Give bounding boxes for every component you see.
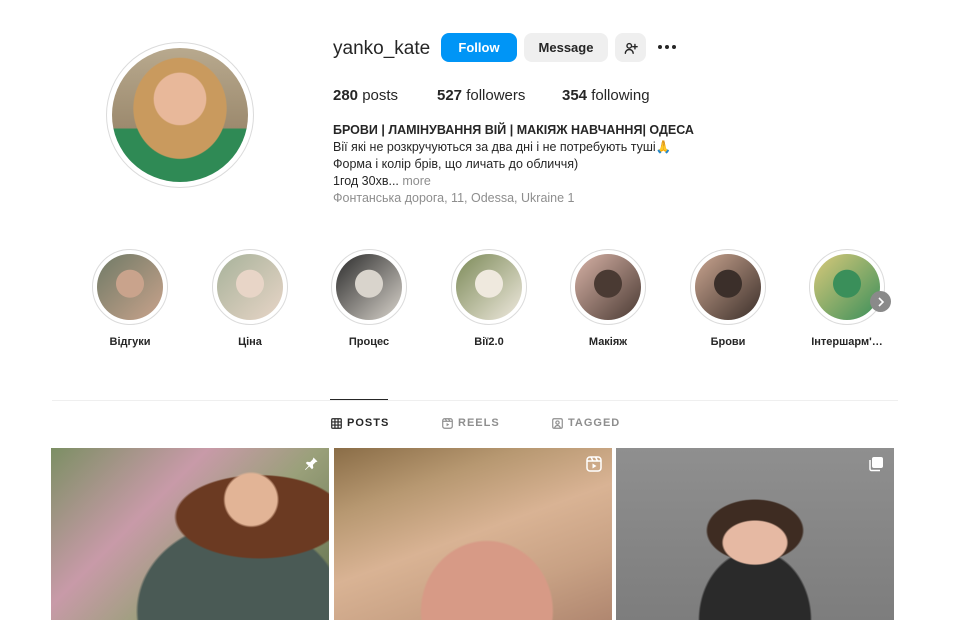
following-stat[interactable]: 354 following <box>562 87 650 104</box>
tab-label: REELS <box>458 417 500 429</box>
highlight-label: Ціна <box>238 336 262 348</box>
profile-username: yanko_kate <box>333 38 431 59</box>
profile-bio: БРОВИ | ЛАМІНУВАННЯ ВІЙ | МАКІЯЖ НАВЧАНН… <box>333 122 753 207</box>
highlight-label: Брови <box>710 336 746 348</box>
story-highlight[interactable]: Ціна <box>212 249 288 348</box>
highlight-cover-ring[interactable] <box>451 249 527 325</box>
followers-stat[interactable]: 527 followers <box>437 87 525 104</box>
pin-icon <box>305 457 318 470</box>
story-highlight[interactable]: Процес <box>331 249 407 348</box>
bio-title: БРОВИ | ЛАМІНУВАННЯ ВІЙ | МАКІЯЖ НАВЧАНН… <box>333 123 694 137</box>
highlight-label: Макіяж <box>588 336 628 348</box>
post-thumbnail[interactable] <box>334 448 612 620</box>
post-thumbnail[interactable] <box>51 448 329 620</box>
tab-tagged[interactable]: TAGGED <box>552 417 620 429</box>
suggest-users-button[interactable] <box>615 33 646 62</box>
following-label: following <box>591 87 650 104</box>
story-highlight[interactable]: Відгуки <box>92 249 168 348</box>
reels-icon <box>442 417 453 429</box>
tab-label: POSTS <box>347 417 390 429</box>
posts-label: posts <box>362 87 399 104</box>
follow-button[interactable]: Follow <box>441 33 517 62</box>
highlight-cover-image <box>695 254 761 320</box>
highlight-cover-ring[interactable] <box>809 249 885 325</box>
tab-posts[interactable]: POSTS <box>331 417 389 429</box>
grid-icon <box>331 417 342 429</box>
message-button[interactable]: Message <box>524 33 608 62</box>
post-thumbnail[interactable] <box>616 448 894 620</box>
story-highlight[interactable]: Макіяж <box>570 249 646 348</box>
reel-icon <box>586 456 602 472</box>
story-highlight[interactable]: Вії2.0 <box>451 249 527 348</box>
highlight-cover-ring[interactable] <box>92 249 168 325</box>
story-highlight[interactable]: Брови <box>690 249 766 348</box>
chevron-right-icon <box>877 296 884 307</box>
followers-label: followers <box>466 87 526 104</box>
highlight-cover-ring[interactable] <box>570 249 646 325</box>
highlight-cover-ring[interactable] <box>331 249 407 325</box>
posts-stat: 280 posts <box>333 87 398 104</box>
bio-line: 1год 30хв... <box>333 174 399 188</box>
highlights-next-button[interactable] <box>870 291 891 312</box>
add-user-icon <box>624 42 638 54</box>
active-tab-indicator <box>330 399 388 400</box>
following-count: 354 <box>562 87 588 104</box>
highlight-cover-image <box>97 254 163 320</box>
posts-count: 280 <box>333 87 359 104</box>
highlight-cover-image <box>336 254 402 320</box>
highlight-cover-image <box>456 254 522 320</box>
carousel-icon <box>869 457 883 472</box>
highlight-cover-ring[interactable] <box>212 249 288 325</box>
followers-count: 527 <box>437 87 463 104</box>
profile-avatar[interactable] <box>112 48 248 182</box>
bio-address[interactable]: Фонтанська дорога, 11, Odessa, Ukraine 1 <box>333 190 753 207</box>
highlight-label: Відгуки <box>109 336 151 348</box>
highlight-label: Інтершарм'… <box>811 336 883 348</box>
more-options-icon[interactable] <box>656 36 678 58</box>
profile-avatar-ring[interactable] <box>106 42 254 188</box>
highlight-cover-image <box>217 254 283 320</box>
tab-label: TAGGED <box>568 417 621 429</box>
highlight-label: Вії2.0 <box>474 336 504 348</box>
highlight-label: Процес <box>348 336 390 348</box>
highlight-cover-image <box>814 254 880 320</box>
bio-line: Вії які не розкручуються за два дні і не… <box>333 140 672 154</box>
tabs-divider <box>52 400 898 401</box>
tab-reels[interactable]: REELS <box>442 417 500 429</box>
bio-more-link[interactable]: more <box>402 174 430 188</box>
bio-line: Форма і колір брів, що личать до обличчя… <box>333 157 579 171</box>
highlight-cover-ring[interactable] <box>690 249 766 325</box>
highlight-cover-image <box>575 254 641 320</box>
tagged-icon <box>552 417 563 429</box>
